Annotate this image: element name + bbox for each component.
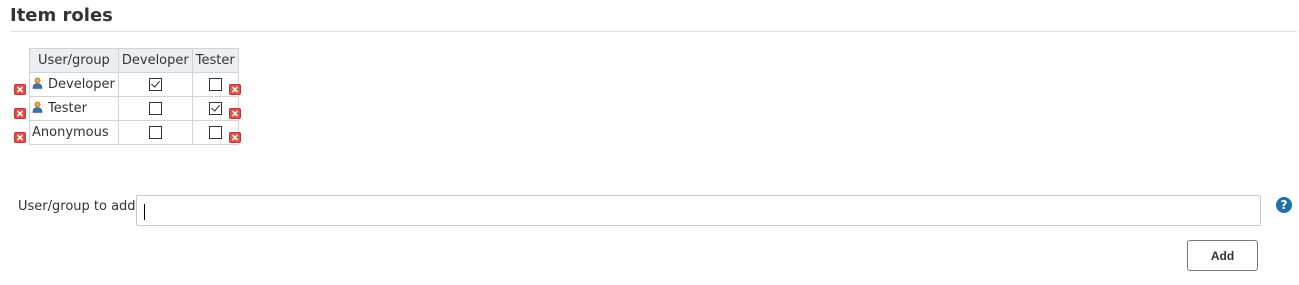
section-title: Item roles xyxy=(10,5,113,26)
user-name: Anonymous xyxy=(32,125,109,140)
user-group-to-add-input[interactable] xyxy=(136,195,1261,226)
delete-row-tester-left-icon[interactable] xyxy=(14,108,26,119)
column-header-user: User/group xyxy=(29,48,119,73)
help-icon[interactable]: ? xyxy=(1276,197,1292,213)
developer-role-checkbox[interactable] xyxy=(148,126,162,139)
developer-role-cell xyxy=(117,72,193,97)
column-header-developer: Developer xyxy=(117,48,193,73)
developer-role-checkbox[interactable] xyxy=(148,102,162,115)
tester-role-checkbox[interactable] xyxy=(208,126,222,139)
table-row: Anonymous xyxy=(29,120,239,145)
column-header-tester: Tester xyxy=(191,48,239,73)
tester-role-checkbox[interactable] xyxy=(208,102,222,115)
roles-table: User/group Developer Tester Developer Te… xyxy=(29,48,239,145)
user-cell: Anonymous xyxy=(29,120,119,145)
delete-row-developer-right-icon[interactable] xyxy=(229,84,241,95)
delete-row-anonymous-left-icon[interactable] xyxy=(14,132,26,143)
delete-row-developer-left-icon[interactable] xyxy=(14,84,26,95)
table-header-row: User/group Developer Tester xyxy=(29,48,239,73)
delete-row-anonymous-right-icon[interactable] xyxy=(229,132,241,143)
user-group-to-add-label: User/group to add xyxy=(18,199,136,214)
developer-role-checkbox[interactable] xyxy=(148,78,162,91)
text-caret xyxy=(144,204,145,220)
table-row: Developer xyxy=(29,72,239,97)
user-cell: Tester xyxy=(29,96,119,121)
developer-role-cell xyxy=(117,96,193,121)
user-name: Developer xyxy=(48,77,115,92)
user-icon xyxy=(32,101,43,113)
section-divider xyxy=(10,31,1297,32)
table-row: Tester xyxy=(29,96,239,121)
add-button[interactable]: Add xyxy=(1187,240,1258,271)
item-roles-panel: Item roles User/group Developer Tester D… xyxy=(0,0,1299,285)
user-icon xyxy=(32,77,43,89)
tester-role-checkbox[interactable] xyxy=(208,78,222,91)
developer-role-cell xyxy=(117,120,193,145)
user-cell: Developer xyxy=(29,72,119,97)
user-name: Tester xyxy=(48,101,87,116)
delete-row-tester-right-icon[interactable] xyxy=(229,108,241,119)
